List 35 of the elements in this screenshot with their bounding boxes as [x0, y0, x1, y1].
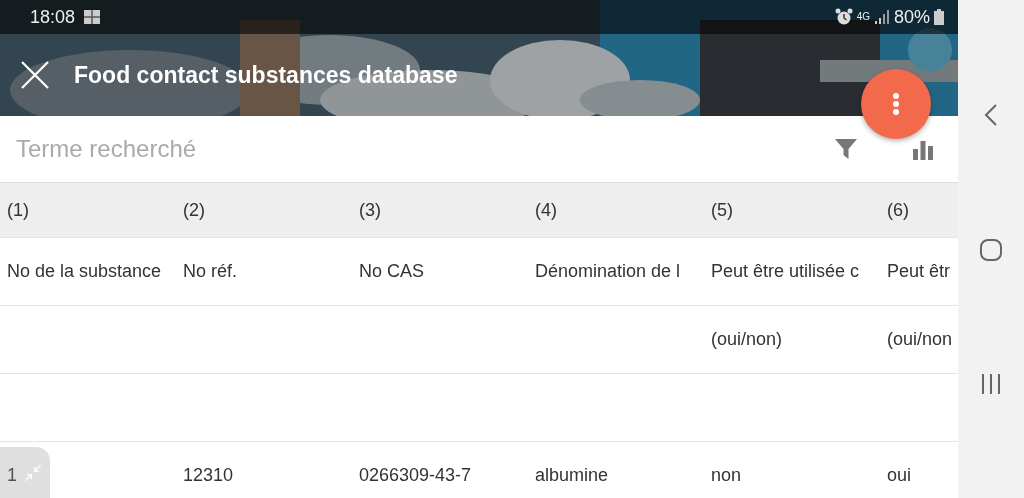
alarm-icon [834, 8, 853, 26]
column-number: (2) [183, 198, 205, 222]
signal-icon [873, 9, 890, 25]
more-icon [892, 92, 900, 116]
table-cell-text: 12310 [183, 464, 234, 487]
column-number: (3) [359, 198, 381, 222]
network-label: 4G [856, 12, 870, 22]
app-title: Food contact substances database [74, 60, 458, 90]
battery-percent: 80% [893, 5, 930, 29]
column-number: (5) [711, 198, 733, 222]
table-cell-text: albumine [535, 464, 609, 487]
table-cell-text: (oui/non [887, 328, 953, 351]
recent-apps-icon[interactable] [980, 372, 1002, 395]
table-cell-text: 0266309-43-7 [359, 464, 472, 487]
column-number: (6) [887, 198, 909, 222]
table-cell-text: 1 [7, 464, 17, 487]
column-header: Peut être utilisée c [711, 260, 860, 283]
search-field[interactable]: Terme recherché [14, 130, 714, 168]
column-header: No de la substance [7, 260, 162, 283]
column-header: Peut êtr [887, 260, 951, 283]
home-icon[interactable] [979, 238, 1003, 262]
column-header: No CAS [359, 260, 425, 283]
battery-icon [934, 9, 944, 25]
table-cell-text: non [711, 464, 742, 487]
column-header: Dénomination de l [535, 260, 681, 283]
column-header: No réf. [183, 260, 238, 283]
table-cell-text: (oui/non) [711, 328, 783, 351]
close-button[interactable] [20, 60, 50, 90]
filter-icon[interactable] [834, 136, 858, 162]
app-notification-icon [83, 8, 102, 26]
clock-time: 18:08 [30, 5, 76, 29]
back-icon[interactable] [984, 103, 998, 128]
table-cell-text: oui [887, 464, 912, 487]
column-number: (1) [7, 198, 29, 222]
column-number: (4) [535, 198, 557, 222]
